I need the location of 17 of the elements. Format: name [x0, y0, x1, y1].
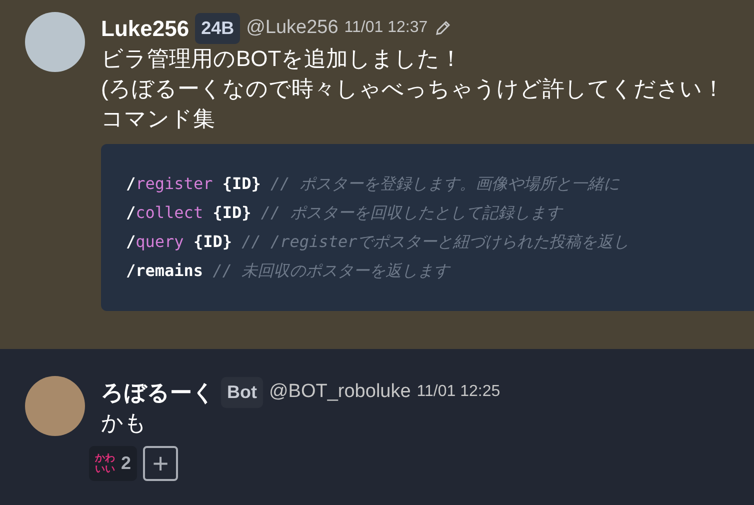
code-line: /remains // 未回収のポスターを返します: [126, 260, 452, 282]
message-text: コマンド集: [101, 105, 216, 133]
message-text: (ろぼるーくなので時々しゃべっちゃうけど許してください！: [101, 75, 726, 103]
user-handle: @BOT_roboluke: [269, 380, 411, 404]
timestamp: 11/01 12:25: [416, 382, 500, 402]
add-reaction-button[interactable]: +: [143, 446, 178, 481]
user-tag: 24B: [195, 12, 240, 44]
code-line: /collect {ID} // ポスターを回収したとして記録します: [126, 202, 564, 224]
user-tag: Bot: [221, 376, 263, 408]
author-name[interactable]: ろぼるーく: [101, 376, 215, 408]
user-handle: @Luke256: [246, 16, 338, 40]
message-text: ビラ管理用のBOTを追加しました！: [101, 45, 464, 73]
code-line: /query {ID} // /registerでポスターと紐づけられた投稿を返し: [126, 231, 630, 253]
code-line: /register {ID} // ポスターを登録します。画像や場所と一緒に: [126, 173, 620, 195]
timestamp: 11/01 12:37: [344, 18, 428, 38]
author-name[interactable]: Luke256: [101, 12, 190, 44]
message-text: かも: [101, 409, 148, 437]
